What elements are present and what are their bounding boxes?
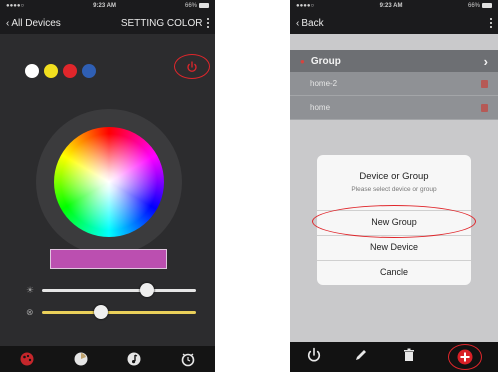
back-button[interactable]: ‹ All Devices xyxy=(6,18,61,29)
device-name: home-2 xyxy=(310,79,338,88)
device-row[interactable]: home xyxy=(290,96,498,120)
dial-icon xyxy=(74,352,88,366)
new-group-button[interactable]: New Group xyxy=(317,210,471,234)
bottom-toolbar xyxy=(290,342,498,372)
delete-icon[interactable] xyxy=(481,79,488,88)
warmth-thumb[interactable] xyxy=(93,305,108,319)
device-or-group-dialog: Device or Group Please select device or … xyxy=(317,155,471,285)
nav-bar: ‹ Back xyxy=(290,12,498,34)
status-time: 9:23 AM xyxy=(379,3,403,9)
sun-icon: ☀ xyxy=(26,285,35,295)
alarm-clock-icon xyxy=(181,353,195,367)
group-header[interactable]: ● Group › xyxy=(290,50,498,72)
pencil-icon xyxy=(356,349,367,360)
brightness-slider[interactable]: ☀ xyxy=(26,283,196,297)
tab-white-light[interactable] xyxy=(73,351,89,367)
delete-button[interactable] xyxy=(401,347,417,368)
tab-timer[interactable] xyxy=(180,351,196,367)
device-row[interactable]: home-2 xyxy=(290,72,498,96)
color-presets xyxy=(25,64,96,78)
add-button[interactable] xyxy=(448,344,483,370)
dialog-subtitle: Please select device or group xyxy=(351,186,437,193)
battery-status: 66% xyxy=(184,2,209,10)
battery-percent: 66% xyxy=(467,3,480,10)
swatch-red[interactable] xyxy=(63,64,77,78)
nav-bar: ‹ All Devices SETTING COLOR xyxy=(0,12,215,34)
power-button[interactable] xyxy=(306,347,322,368)
device-list-screen: ●●●●○ 9:23 AM 66% ‹ Back ● Group › home-… xyxy=(290,0,498,372)
swatch-yellow[interactable] xyxy=(44,64,58,78)
color-wheel[interactable] xyxy=(54,127,164,237)
edit-button[interactable] xyxy=(353,347,369,368)
battery-percent: 66% xyxy=(184,3,197,10)
brightness-track xyxy=(42,289,196,292)
warmth-slider[interactable]: ⊗ xyxy=(26,305,196,319)
new-device-button[interactable]: New Device xyxy=(317,235,471,259)
signal-icon: ●●●●○ xyxy=(6,3,25,9)
status-bar: ●●●●○ 9:23 AM 66% xyxy=(0,0,215,12)
status-time: 9:23 AM xyxy=(93,3,116,9)
brightness-thumb[interactable] xyxy=(139,283,154,297)
power-icon xyxy=(307,347,320,361)
back-label: All Devices xyxy=(11,17,61,29)
power-button[interactable] xyxy=(174,54,210,79)
warmth-track xyxy=(42,311,196,314)
more-menu-icon[interactable] xyxy=(206,17,209,29)
selected-color-preview xyxy=(50,249,167,269)
delete-icon[interactable] xyxy=(481,103,488,112)
palette-icon xyxy=(20,352,34,366)
chevron-right-icon: › xyxy=(483,53,488,69)
dialog-title: Device or Group xyxy=(359,171,429,182)
more-menu-icon[interactable] xyxy=(489,17,492,29)
power-icon xyxy=(187,60,197,72)
back-button[interactable]: ‹ Back xyxy=(296,18,324,29)
plus-icon xyxy=(457,349,473,365)
cancel-button[interactable]: Cancle xyxy=(317,260,471,284)
device-name: home xyxy=(310,103,331,112)
music-note-icon xyxy=(127,352,141,366)
trash-icon xyxy=(403,348,414,361)
chevron-left-icon: ‹ xyxy=(6,17,10,29)
status-bar: ●●●●○ 9:23 AM 66% xyxy=(290,0,498,12)
page-title: SETTING COLOR xyxy=(120,17,203,29)
signal-icon: ●●●●○ xyxy=(296,3,315,9)
temperature-icon: ⊗ xyxy=(26,307,34,317)
battery-icon xyxy=(482,2,492,8)
battery-icon xyxy=(199,2,209,8)
chevron-left-icon: ‹ xyxy=(296,17,300,29)
tab-color[interactable] xyxy=(19,351,35,367)
tab-music[interactable] xyxy=(126,351,142,367)
back-label: Back xyxy=(301,17,324,29)
red-dot-icon: ● xyxy=(300,56,305,66)
swatch-white[interactable] xyxy=(25,64,39,78)
setting-color-screen: ●●●●○ 9:23 AM 66% ‹ All Devices SETTING … xyxy=(0,0,215,372)
swatch-blue[interactable] xyxy=(82,64,96,78)
bottom-tab-bar xyxy=(0,346,215,372)
battery-status: 66% xyxy=(467,2,492,10)
group-label: Group xyxy=(310,55,341,67)
